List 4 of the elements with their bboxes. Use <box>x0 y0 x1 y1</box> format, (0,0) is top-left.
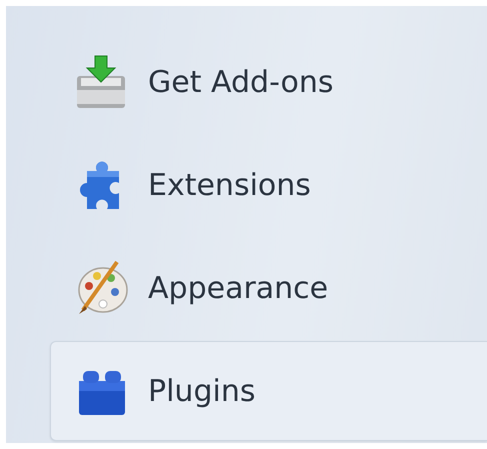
sidebar-item[interactable]: Get Add-ons <box>50 32 487 132</box>
sidebar-item[interactable]: Extensions <box>50 135 487 235</box>
sidebar-item[interactable]: Appearance <box>50 238 487 338</box>
sidebar-item[interactable]: Plugins <box>50 341 487 441</box>
